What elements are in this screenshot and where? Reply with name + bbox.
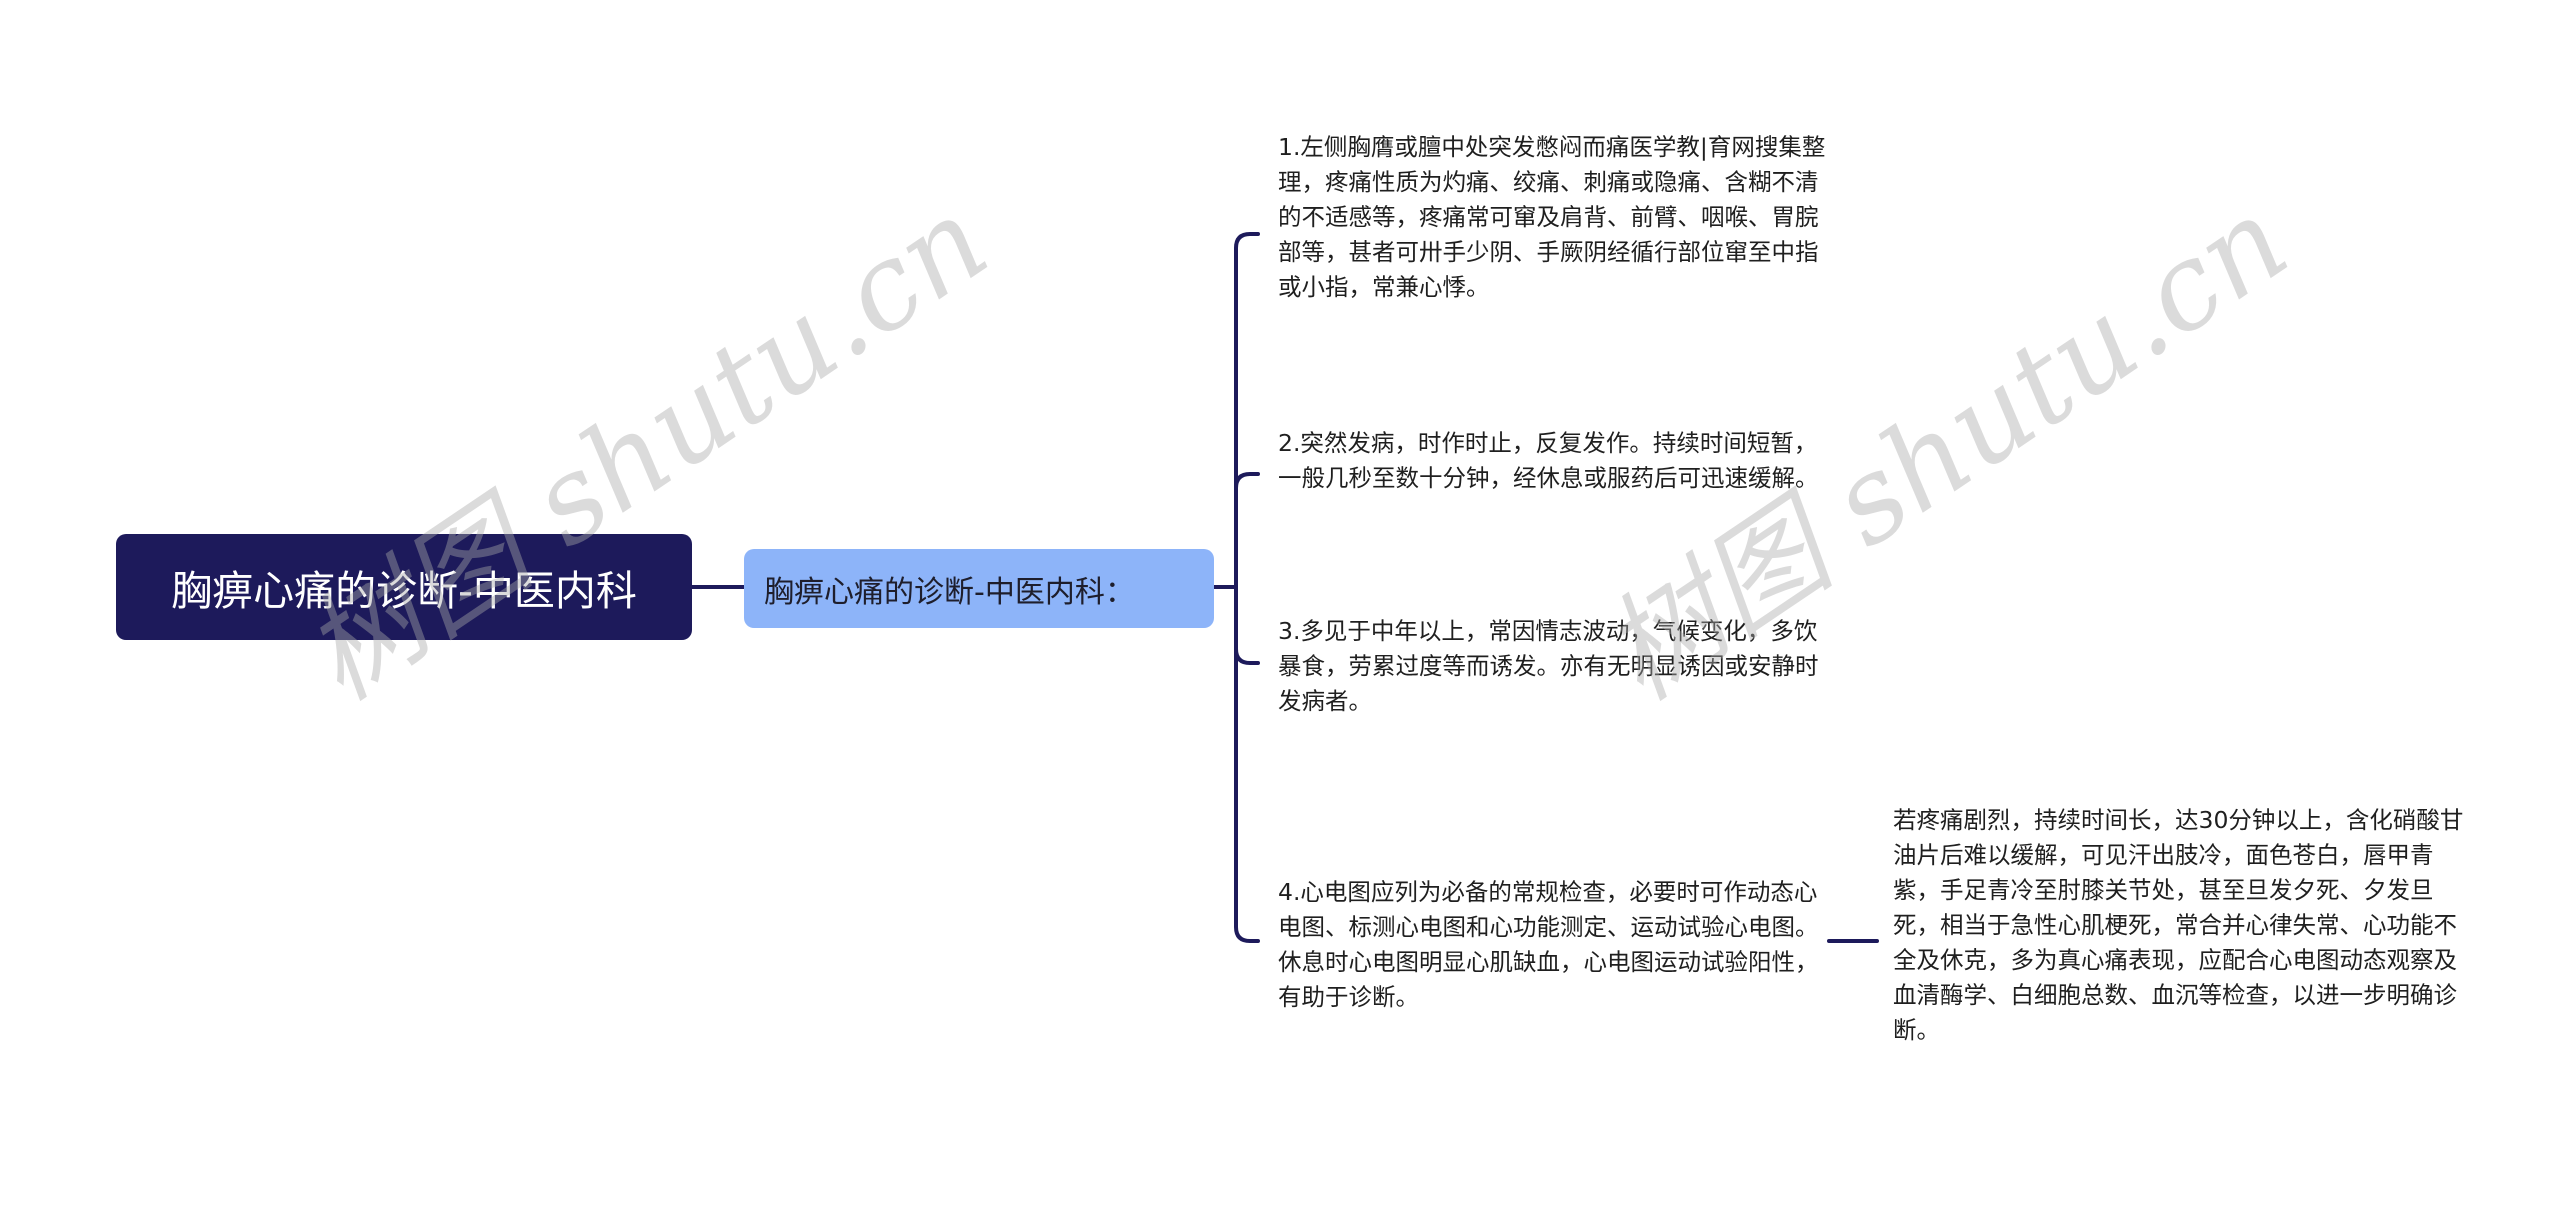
branch-node[interactable]: 胸痹心痛的诊断-中医内科：	[744, 549, 1214, 628]
connector-bracket-leaf-4	[1234, 585, 1260, 943]
connector-bracket-leaf-1	[1234, 232, 1260, 589]
leaf-node-4[interactable]: 4.心电图应列为必备的常规检查，必要时可作动态心电图、标测心电图和心功能测定、运…	[1278, 875, 1838, 1015]
connector-bracket-leaf-2	[1234, 472, 1260, 589]
connector-bracket-leaf-3	[1234, 585, 1260, 665]
sub-leaf-node[interactable]: 若疼痛剧烈，持续时间长，达30分钟以上，含化硝酸甘油片后难以缓解，可见汗出肢冷，…	[1893, 803, 2468, 1048]
root-node[interactable]: 胸痹心痛的诊断-中医内科	[116, 534, 692, 640]
leaf-node-3[interactable]: 3.多见于中年以上，常因情志波动，气候变化，多饮暴食，劳累过度等而诱发。亦有无明…	[1278, 614, 1838, 719]
mind-map-canvas: 胸痹心痛的诊断-中医内科 胸痹心痛的诊断-中医内科： 1.左侧胸膺或膻中处突发憋…	[0, 0, 2560, 1209]
root-node-label: 胸痹心痛的诊断-中医内科	[171, 567, 637, 615]
leaf-node-1[interactable]: 1.左侧胸膺或膻中处突发憋闷而痛医学教|育网搜集整理，疼痛性质为灼痛、绞痛、刺痛…	[1278, 130, 1838, 305]
branch-node-label: 胸痹心痛的诊断-中医内科：	[764, 574, 1135, 610]
leaf-node-2[interactable]: 2.突然发病，时作时止，反复发作。持续时间短暂，一般几秒至数十分钟，经休息或服药…	[1278, 426, 1838, 496]
